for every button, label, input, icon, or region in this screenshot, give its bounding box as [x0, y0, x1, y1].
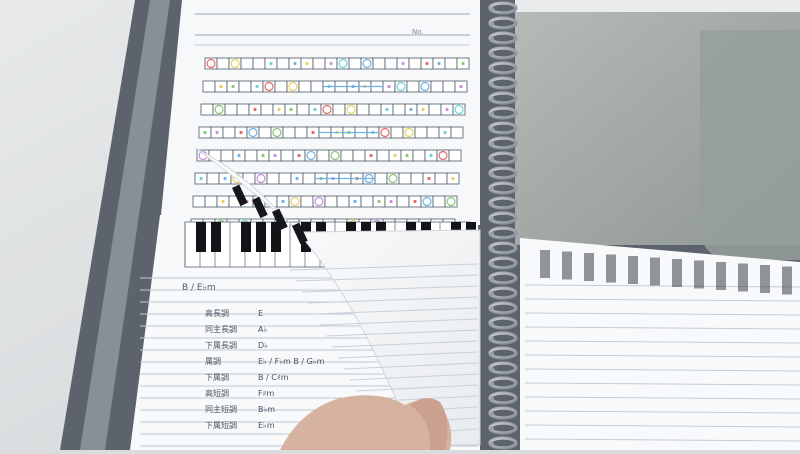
- note-dot: [421, 107, 425, 112]
- note-dot: [253, 107, 257, 112]
- note-row: [192, 195, 458, 208]
- chord-name: 下属調: [205, 372, 229, 382]
- chord-name: 同主短調: [205, 404, 237, 414]
- note-dot: [311, 130, 315, 135]
- note-dot: [451, 176, 455, 181]
- chord-value: A♭: [258, 325, 267, 334]
- note-dot: [353, 199, 357, 204]
- note-dot: [203, 130, 207, 135]
- black-key: [241, 222, 251, 252]
- note-dot: [369, 153, 373, 158]
- note-dot: [385, 107, 389, 112]
- chord-value: E♭m: [258, 421, 275, 430]
- note-dot: [443, 130, 447, 135]
- chord-value: B♭m: [258, 405, 275, 414]
- chord-value: B / C♯m: [258, 373, 289, 382]
- note-dot: [297, 153, 301, 158]
- black-key: [196, 222, 206, 252]
- faint-key: [716, 262, 726, 290]
- note-dot: [429, 153, 433, 158]
- pocket-top-edge: [515, 0, 800, 12]
- chord-value: D♭: [258, 341, 268, 350]
- note-dot: [427, 176, 431, 181]
- faint-key: [584, 253, 594, 281]
- chord-value: F♯m: [258, 389, 274, 398]
- note-dot: [255, 84, 259, 89]
- page-header-mark: No.: [412, 28, 424, 36]
- chord-name: 高短調: [205, 388, 229, 398]
- faint-key: [694, 260, 704, 289]
- faint-key: [650, 257, 660, 286]
- note-dot: [409, 107, 413, 112]
- note-dot: [219, 84, 223, 89]
- note-dot: [413, 199, 417, 204]
- notebook-photo: No. B / E♭m 高長調 E 同主長調 A♭ 下属長調 D♭ 属調 E♭ / F♭m B…: [0, 0, 800, 450]
- chord-heading: B / E♭m: [182, 283, 216, 293]
- chord-name: 同主長調: [205, 324, 237, 334]
- note-dot: [425, 61, 429, 66]
- faint-key: [562, 251, 572, 280]
- note-dot: [281, 199, 285, 204]
- pocket-flap: [700, 30, 800, 260]
- chord-name: 下属長調: [205, 340, 237, 350]
- faint-key: [760, 265, 770, 293]
- faint-key: [606, 254, 616, 283]
- faint-key: [540, 250, 550, 278]
- black-key: [211, 222, 221, 252]
- note-dot: [305, 61, 309, 66]
- note-dot: [377, 199, 381, 204]
- chord-name: 属調: [205, 356, 221, 366]
- note-dot: [289, 107, 293, 112]
- note-row: [198, 126, 464, 139]
- note-dot: [273, 153, 277, 158]
- note-dot: [405, 153, 409, 158]
- chord-value: E: [258, 309, 263, 318]
- chord-value: E♭ / F♭m B / G♭m: [258, 357, 325, 366]
- note-dot: [239, 130, 243, 135]
- chord-name: 高長調: [205, 308, 229, 318]
- note-dot: [329, 61, 333, 66]
- note-dot: [293, 61, 297, 66]
- note-row: [196, 149, 462, 162]
- note-dot: [261, 153, 265, 158]
- note-dot: [437, 61, 441, 66]
- note-dot: [277, 107, 281, 112]
- note-dot: [387, 84, 391, 89]
- faint-key: [628, 256, 638, 284]
- note-dot: [389, 199, 393, 204]
- note-dot: [459, 84, 463, 89]
- note-dot: [393, 153, 397, 158]
- note-dot: [221, 199, 225, 204]
- chord-name: 下属短調: [205, 420, 237, 430]
- note-row: [200, 103, 466, 116]
- note-dot: [231, 84, 235, 89]
- note-dot: [295, 176, 299, 181]
- note-dot: [401, 61, 405, 66]
- faint-key: [782, 266, 792, 295]
- note-dot: [269, 61, 273, 66]
- note-dot: [199, 176, 203, 181]
- black-key: [256, 222, 266, 252]
- note-dot: [215, 130, 219, 135]
- faint-key: [738, 263, 748, 292]
- note-dot: [237, 153, 241, 158]
- note-dot: [461, 61, 465, 66]
- note-row: [202, 80, 468, 93]
- note-row: [204, 57, 470, 70]
- note-dot: [445, 107, 449, 112]
- note-dot: [313, 107, 317, 112]
- note-dot: [223, 176, 227, 181]
- faint-key: [672, 259, 682, 287]
